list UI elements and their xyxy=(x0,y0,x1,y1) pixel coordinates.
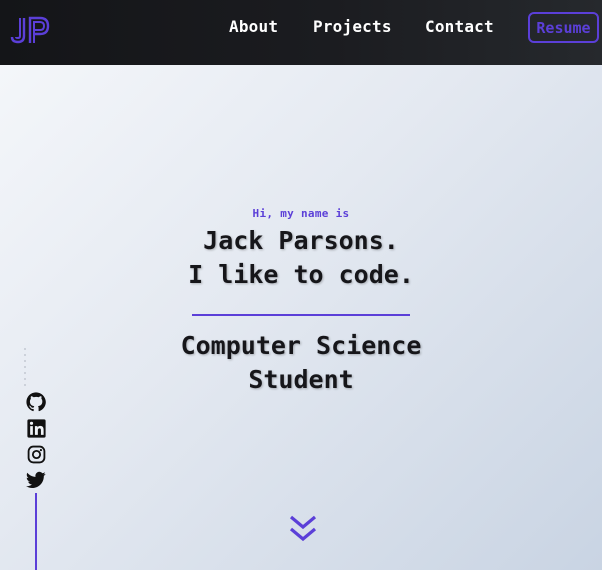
twitter-icon[interactable] xyxy=(26,470,46,490)
hero-name-line: Jack Parsons. xyxy=(203,226,399,255)
github-icon[interactable] xyxy=(26,392,46,412)
hero-divider xyxy=(192,314,410,316)
navbar: About Projects Contact Resume xyxy=(0,0,602,65)
hero-section: Hi, my name is Jack Parsons. I like to c… xyxy=(0,200,602,397)
hero-heading: Jack Parsons. I like to code. xyxy=(0,224,602,292)
sidebar-dotted-line xyxy=(24,346,26,388)
sidebar-vertical-line xyxy=(35,493,37,570)
hero-role-line: Student xyxy=(248,365,354,394)
nav-link-about[interactable]: About xyxy=(229,17,278,36)
hero-greeting: Hi, my name is xyxy=(252,207,350,220)
scroll-down-chevron-icon[interactable] xyxy=(288,514,318,544)
nav-link-contact[interactable]: Contact xyxy=(425,17,494,36)
hero-role-line: Computer Science xyxy=(180,331,422,360)
resume-button[interactable]: Resume xyxy=(528,12,599,43)
jp-logo[interactable] xyxy=(9,15,51,45)
instagram-icon[interactable] xyxy=(26,444,46,464)
hero-role: Computer Science Student xyxy=(0,329,602,397)
hero-tagline-line: I like to code. xyxy=(188,260,414,289)
linkedin-icon[interactable] xyxy=(26,418,46,438)
nav-link-projects[interactable]: Projects xyxy=(313,17,392,36)
